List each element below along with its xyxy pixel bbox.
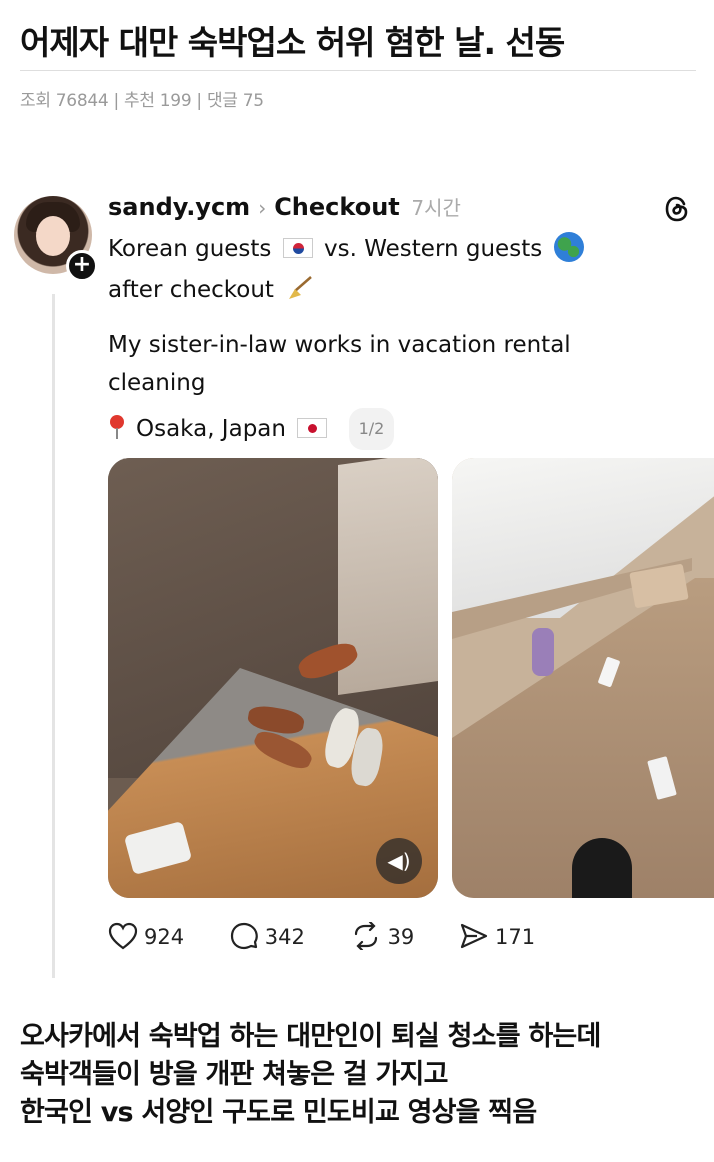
post-line-1: Korean guests vs. Western guests xyxy=(108,230,584,268)
location-row[interactable]: Osaka, Japan 1/2 xyxy=(108,408,395,450)
post-meta: 조회 76844 | 추천 199 | 댓글 75 xyxy=(20,91,264,111)
threads-embed-card: + sandy.ycm › Checkout 7시간 Korean guests v… xyxy=(0,170,714,990)
chevron-right-icon: › xyxy=(258,196,267,220)
post-head-row: sandy.ycm › Checkout 7시간 xyxy=(108,192,461,221)
repost-icon xyxy=(354,920,377,952)
caption-line-1: 오사카에서 숙박업 하는 대만인이 퇴실 청소를 하는데 xyxy=(20,1021,601,1052)
media-carousel[interactable]: ◀) xyxy=(108,458,714,898)
username-link[interactable]: sandy.ycm xyxy=(108,193,250,221)
post-body-line-1: My sister-in-law works in vacation renta… xyxy=(108,332,571,358)
post-header: 어제자 대만 숙박업소 허위 혐한 날. 선동 xyxy=(20,18,696,68)
location-label: Osaka, Japan xyxy=(136,416,286,442)
like-button[interactable]: 924 xyxy=(108,922,184,950)
photo-korean-guests[interactable]: ◀) xyxy=(108,458,438,898)
share-icon xyxy=(460,923,488,949)
post-body-line-2: cleaning xyxy=(108,370,206,396)
threads-logo-icon[interactable] xyxy=(662,194,692,224)
reply-button[interactable]: 342 xyxy=(229,922,305,950)
thread-line xyxy=(52,294,55,978)
caption-line-2: 숙박객들이 방을 개판 쳐놓은 걸 가지고 xyxy=(20,1059,448,1090)
japan-flag-icon xyxy=(297,418,328,438)
media-pager: 1/2 xyxy=(348,408,395,450)
post-title: 어제자 대만 숙박업소 허위 혐한 날. 선동 xyxy=(20,23,565,62)
korea-flag-icon xyxy=(282,238,313,258)
broom-icon xyxy=(289,276,313,299)
action-bar: 924 342 39 171 xyxy=(108,920,573,958)
location-pin-icon xyxy=(110,415,124,439)
post-line-2: after checkout xyxy=(108,271,313,309)
title-divider xyxy=(20,70,696,71)
comment-icon xyxy=(230,922,258,950)
heart-icon xyxy=(108,922,138,950)
photo-western-guests[interactable] xyxy=(452,458,714,898)
globe-icon xyxy=(553,232,584,262)
repost-button[interactable]: 39 xyxy=(350,920,414,952)
speaker-icon[interactable]: ◀) xyxy=(376,838,422,884)
post-time: 7시간 xyxy=(411,196,461,220)
share-button[interactable]: 171 xyxy=(459,922,535,950)
post-caption: 오사카에서 숙박업 하는 대만인이 퇴실 청소를 하는데 숙박객들이 방을 개판… xyxy=(20,1018,710,1132)
topic-link[interactable]: Checkout xyxy=(274,193,400,221)
caption-line-3: 한국인 vs 서양인 구도로 민도비교 영상을 찍음 xyxy=(20,1097,537,1128)
plus-icon[interactable]: + xyxy=(66,250,98,282)
